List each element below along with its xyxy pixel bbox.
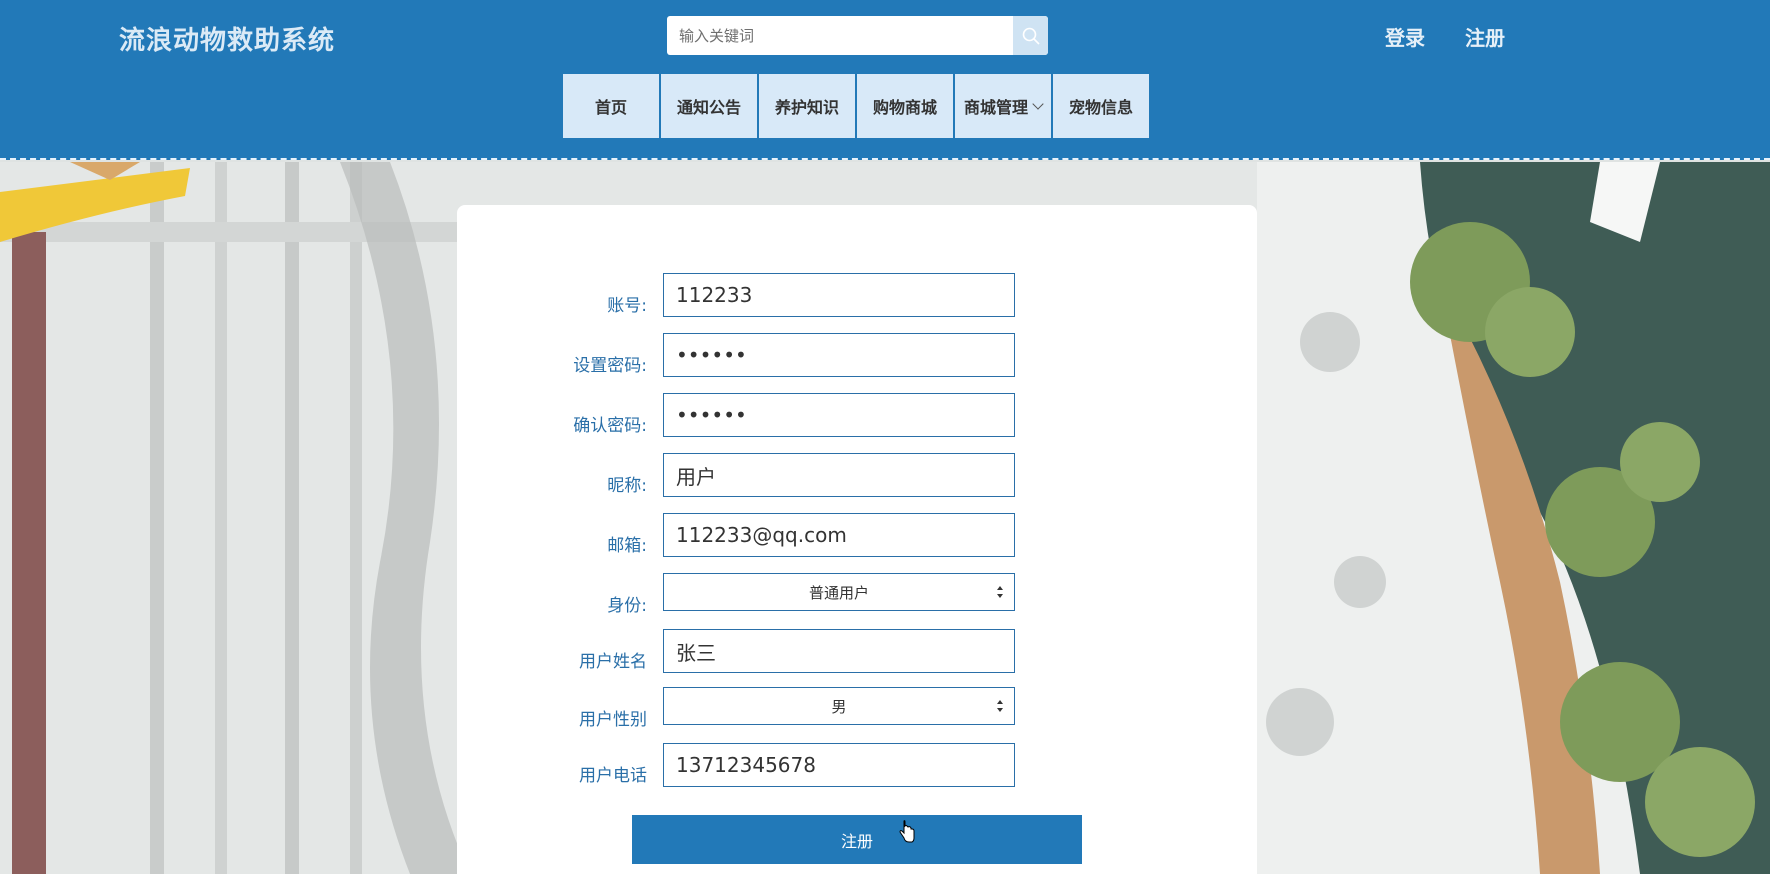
nickname-label: 昵称: (607, 476, 647, 496)
search-button[interactable] (1013, 16, 1048, 55)
nav-shop[interactable]: 购物商城 (857, 74, 953, 138)
site-title: 流浪动物救助系统 (119, 26, 336, 56)
password-input[interactable] (663, 333, 1015, 377)
nav-care-knowledge[interactable]: 养护知识 (759, 74, 855, 138)
nav-home[interactable]: 首页 (563, 74, 659, 138)
mouse-pointer-icon (899, 820, 915, 843)
email-input[interactable] (663, 513, 1015, 557)
phone-input[interactable] (663, 743, 1015, 787)
nav-shop-management-label: 商城管理 (963, 98, 1028, 117)
confirm-password-input[interactable] (663, 393, 1015, 437)
register-form-card: 账号: 设置密码: 确认密码: 昵称: 邮箱: 身份: 普通用户 用户姓名 用户… (457, 205, 1257, 874)
gender-label: 用户性别 (579, 710, 647, 730)
nav-pet-info-label: 宠物信息 (1068, 98, 1133, 117)
identity-label: 身份: (607, 596, 647, 616)
phone-label: 用户电话 (579, 766, 647, 786)
chevron-down-icon (1032, 97, 1044, 110)
select-arrows-icon (997, 700, 1003, 712)
search-box (667, 16, 1048, 55)
nav-notices-label: 通知公告 (676, 98, 741, 117)
identity-value: 普通用户 (808, 583, 869, 602)
gender-select[interactable]: 男 (663, 687, 1015, 725)
account-input[interactable] (663, 273, 1015, 317)
account-label: 账号: (607, 296, 647, 316)
name-label: 用户姓名 (579, 652, 647, 672)
search-input[interactable] (667, 16, 1013, 55)
identity-select[interactable]: 普通用户 (663, 573, 1015, 611)
register-submit-button[interactable]: 注册 (632, 815, 1082, 864)
nav-care-knowledge-label: 养护知识 (774, 98, 839, 117)
header-bar: 流浪动物救助系统 登录 注册 首页 通知公告 养护知识 购物商城 商城管理 宠物… (0, 0, 1770, 160)
search-icon (1022, 27, 1040, 45)
password-label: 设置密码: (573, 356, 647, 376)
confirm-password-label: 确认密码: (573, 416, 647, 436)
nav-shop-label: 购物商城 (872, 98, 937, 117)
nav-notices[interactable]: 通知公告 (661, 74, 757, 138)
gender-value: 男 (831, 697, 847, 716)
nav-shop-management[interactable]: 商城管理 (955, 74, 1051, 138)
nav-pet-info[interactable]: 宠物信息 (1053, 74, 1149, 138)
main-nav: 首页 通知公告 养护知识 购物商城 商城管理 宠物信息 (563, 74, 1149, 138)
name-input[interactable] (663, 629, 1015, 673)
nav-home-label: 首页 (594, 98, 627, 117)
register-link[interactable]: 注册 (1465, 22, 1505, 51)
nickname-input[interactable] (663, 453, 1015, 497)
login-link[interactable]: 登录 (1385, 22, 1425, 51)
email-label: 邮箱: (607, 536, 647, 556)
select-arrows-icon (997, 586, 1003, 598)
